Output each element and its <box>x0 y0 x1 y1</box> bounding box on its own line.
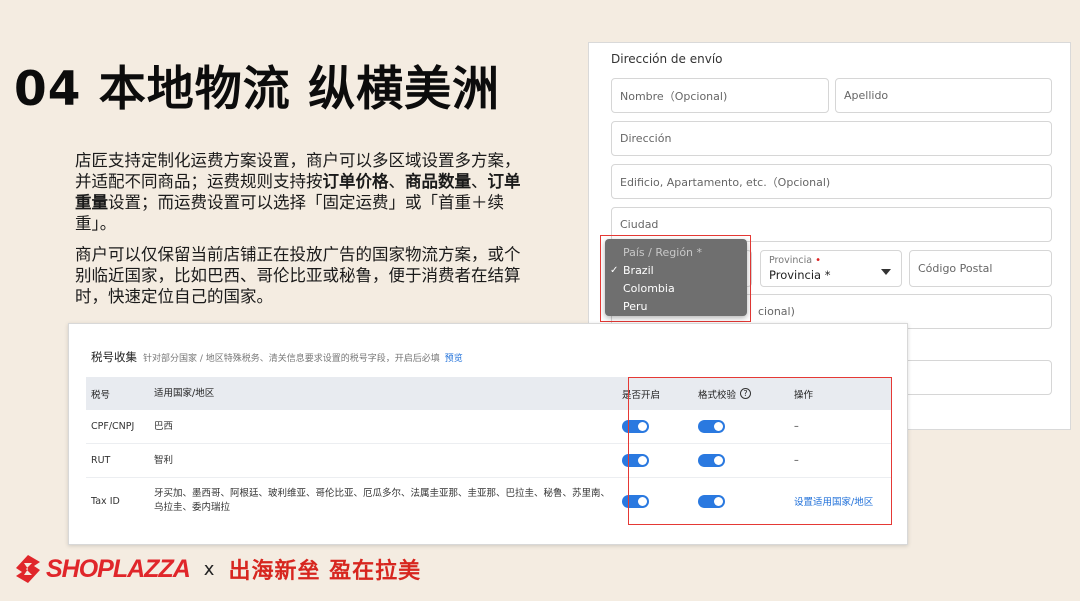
dropdown-option-peru[interactable]: Peru <box>605 297 747 315</box>
option-label: Brazil <box>623 263 654 277</box>
row-tax-id: Tax ID <box>91 495 120 507</box>
dropdown-option-brazil[interactable]: ✓ Brazil <box>605 261 747 279</box>
description: 店匠支持定制化运费方案设置，商户可以多区域设置多方案，并适配不同商品；运费规则支… <box>75 150 535 317</box>
last-name-placeholder: Apellido <box>844 89 889 102</box>
option-label: Peru <box>623 299 648 313</box>
address-placeholder: Dirección <box>620 132 672 145</box>
row-tax-id: CPF/CNPJ <box>91 421 135 432</box>
tax-title: 税号收集 <box>91 350 137 364</box>
row-countries: 巴西 <box>154 420 174 432</box>
province-value: Provincia * <box>769 268 831 282</box>
brand-name: SHOPLAZZA <box>46 554 191 583</box>
preview-link[interactable]: 预览 <box>445 351 463 364</box>
slide-title: 04 本地物流 纵横美洲 <box>14 62 501 117</box>
postal-code-placeholder: Código Postal <box>918 262 993 275</box>
brand-slogan: 出海新垒 盈在拉美 <box>228 559 422 584</box>
phone-placeholder-partial: cional) <box>758 305 795 318</box>
province-select[interactable]: Provincia • Provincia * <box>760 250 902 287</box>
desc-bold-item-count: 商品数量 <box>405 172 471 191</box>
brand-separator: x <box>203 558 215 580</box>
desc-text: 设置；而运费设置可以选择「固定运费」或「首重＋续重」。 <box>75 193 504 233</box>
description-paragraph-2: 商户可以仅保留当前店铺正在投放广告的国家物流方案，或个别临近国家，比如巴西、哥伦… <box>75 245 521 306</box>
toggle-highlight-box <box>628 377 892 525</box>
row-tax-id: RUT <box>91 455 111 466</box>
shoplazza-logo-icon <box>14 554 42 584</box>
desc-bold-order-price: 订单价格 <box>322 172 389 191</box>
col-tax-id: 税号 <box>91 389 111 401</box>
desc-text: 、 <box>471 172 488 191</box>
shipping-form-title: Dirección de envío <box>611 52 723 66</box>
dropdown-option-colombia[interactable]: Colombia <box>605 279 747 297</box>
required-mark: • <box>815 255 821 266</box>
address-field[interactable]: Dirección <box>611 121 1052 156</box>
option-label: Colombia <box>623 281 675 295</box>
desc-text: 、 <box>388 172 406 191</box>
first-name-placeholder: Nombre（Opcional) <box>620 89 728 103</box>
row-countries: 智利 <box>154 454 174 466</box>
chevron-down-icon <box>881 269 891 275</box>
last-name-field[interactable]: Apellido <box>835 78 1052 113</box>
first-name-field[interactable]: Nombre（Opcional) <box>611 78 829 113</box>
tax-subtitle: 针对部分国家 / 地区特殊税务、清关信息要求设置的税号字段，开启后必填 <box>143 354 440 364</box>
description-paragraph-1: 店匠支持定制化运费方案设置，商户可以多区域设置多方案，并适配不同商品；运费规则支… <box>75 150 535 234</box>
check-icon: ✓ <box>610 264 619 276</box>
postal-code-field[interactable]: Código Postal <box>909 250 1052 287</box>
country-dropdown-menu: País / Región * ✓ Brazil Colombia Peru <box>605 239 747 316</box>
tax-header: 税号收集 针对部分国家 / 地区特殊税务、清关信息要求设置的税号字段，开启后必填… <box>91 349 463 365</box>
province-label-text: Provincia <box>769 255 813 266</box>
dropdown-placeholder: País / Región * <box>623 245 703 259</box>
footer-brand: SHOPLAZZA x 出海新垒 盈在拉美 <box>14 553 421 585</box>
col-countries: 适用国家/地区 <box>154 387 215 399</box>
province-label: Provincia • <box>769 255 821 266</box>
building-field[interactable]: Edificio, Apartamento, etc.（Opcional) <box>611 164 1052 199</box>
city-placeholder: Ciudad <box>620 218 659 231</box>
row-countries: 牙买加、墨西哥、阿根廷、玻利维亚、哥伦比亚、厄瓜多尔、法属圭亚那、圭亚那、巴拉圭… <box>154 488 611 513</box>
building-placeholder: Edificio, Apartamento, etc.（Opcional) <box>620 175 831 189</box>
